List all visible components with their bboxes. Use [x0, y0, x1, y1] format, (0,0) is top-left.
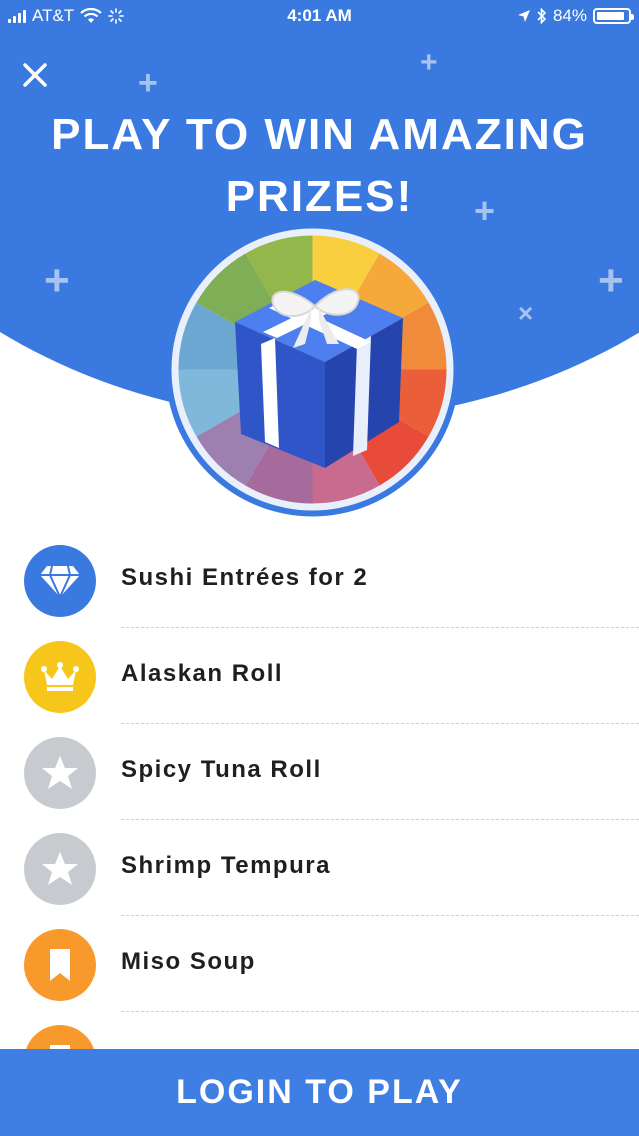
battery-icon [593, 8, 634, 24]
sparkle-icon: × [518, 298, 534, 328]
crown-icon [41, 662, 79, 691]
list-item[interactable]: Sushi Entrées for 2 [0, 532, 639, 628]
prize-label: Miso Soup [121, 948, 256, 975]
prize-label: Alaskan Roll [121, 660, 284, 687]
prize-label: Shrimp Tempura [121, 852, 331, 879]
battery-percent: 84% [552, 6, 587, 25]
sparkle-icon: + [598, 256, 624, 305]
prize-label: Spicy Tuna Roll [121, 756, 322, 783]
sparkle-icon: + [44, 256, 70, 305]
star-icon [42, 756, 78, 789]
prize-badge [24, 545, 96, 617]
prize-badge [24, 833, 96, 905]
prize-badge [24, 929, 96, 1001]
prize-label: Sushi Entrées for 2 [121, 564, 369, 591]
sparkle-icon: + [420, 46, 438, 79]
page-title: PLAY TO WIN AMAZING PRIZES! [0, 104, 639, 228]
prize-wheel-graphic [165, 222, 460, 517]
list-item[interactable]: Miso Soup [0, 916, 639, 1012]
location-icon [517, 10, 530, 22]
login-to-play-button[interactable]: LOGIN TO PLAY [0, 1049, 639, 1136]
star-icon [42, 852, 78, 885]
sparkle-icon: + [138, 64, 158, 102]
bookmark-icon [50, 949, 70, 981]
list-item[interactable]: Alaskan Roll [0, 628, 639, 724]
list-item[interactable]: Spicy Tuna Roll [0, 724, 639, 820]
prize-list: Sushi Entrées for 2 Alaskan Roll Spicy T… [0, 532, 639, 1108]
list-item[interactable]: Shrimp Tempura [0, 820, 639, 916]
prize-badge [24, 641, 96, 713]
status-bar: AT&T 4:01 AM 84% [0, 0, 639, 34]
diamond-icon [40, 565, 80, 598]
close-icon [23, 63, 47, 87]
bluetooth-icon [537, 8, 547, 24]
title-line-2: PRIZES! [225, 172, 414, 221]
close-button[interactable] [18, 58, 52, 92]
title-line-1: PLAY TO WIN AMAZING [51, 110, 588, 159]
prize-badge [24, 737, 96, 809]
prize-wheel [165, 222, 460, 517]
login-button-label: LOGIN TO PLAY [176, 1073, 463, 1111]
